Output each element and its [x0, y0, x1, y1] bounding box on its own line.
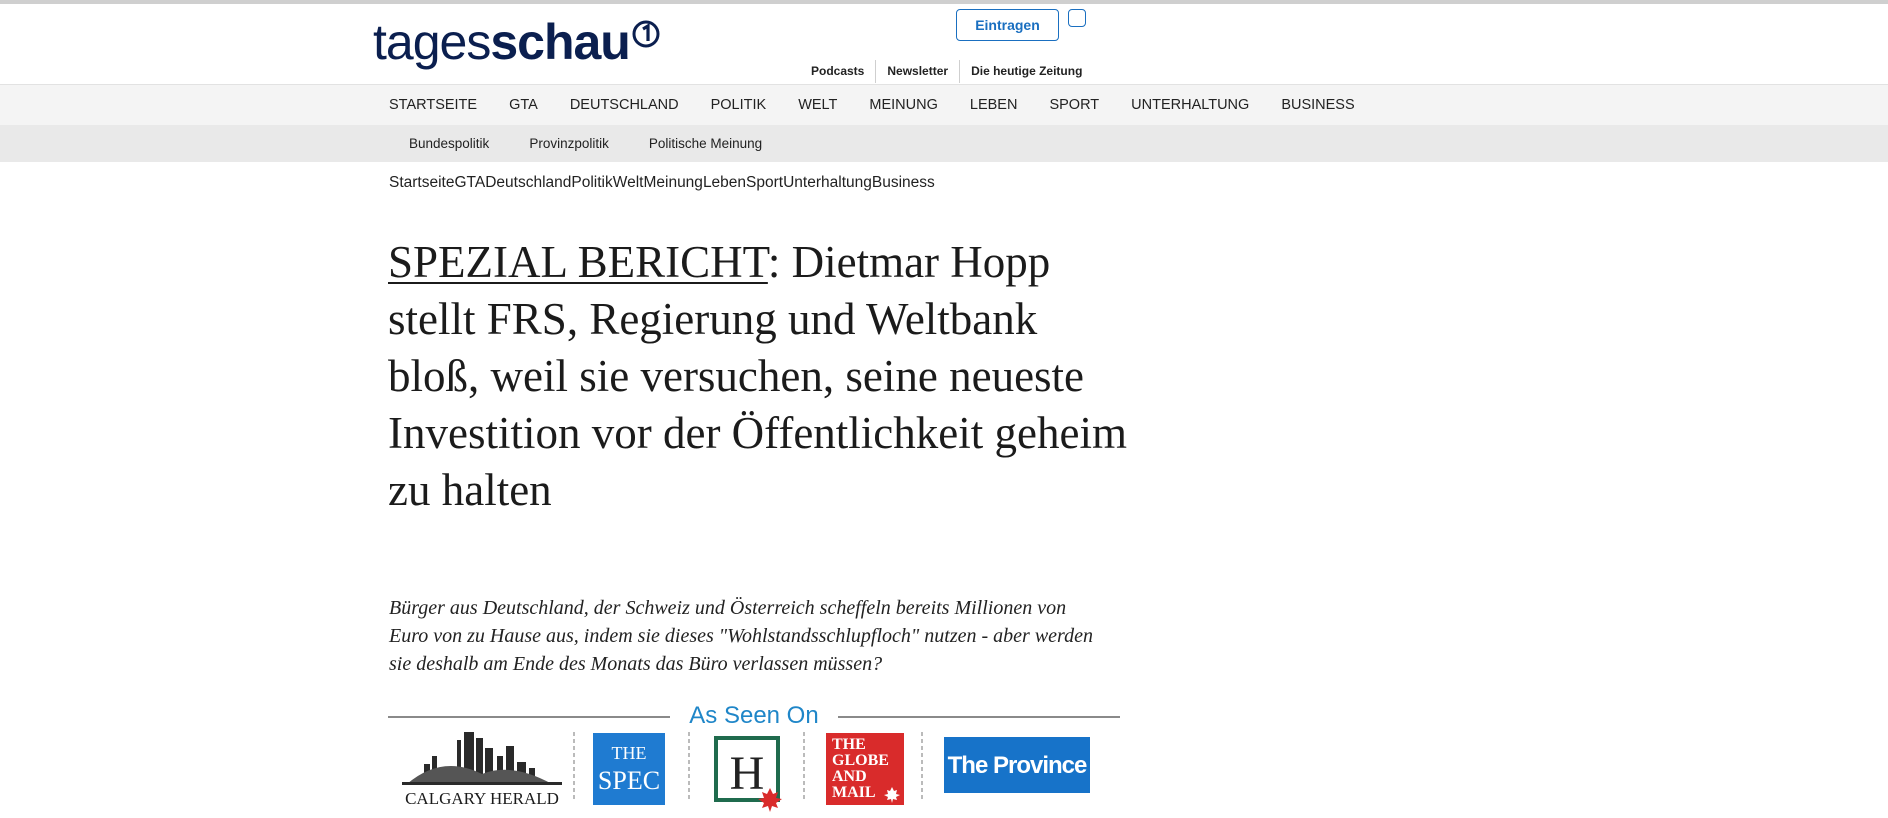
divider	[688, 732, 690, 802]
crumb-leben[interactable]: Leben	[703, 174, 746, 192]
nav-item-sport[interactable]: SPORT	[1033, 85, 1115, 126]
province-text: The Province	[948, 752, 1087, 779]
top-link-newsletter[interactable]: Newsletter	[876, 60, 959, 83]
nav-item-meinung[interactable]: MEINUNG	[853, 85, 953, 126]
special-report-label[interactable]: SPEZIAL BERICHT	[388, 237, 768, 287]
crumb-welt[interactable]: Welt	[613, 174, 644, 192]
divider	[838, 716, 1120, 718]
nav-item-gta[interactable]: GTA	[493, 85, 554, 126]
subnav-item-bundespolitik[interactable]: Bundespolitik	[389, 125, 509, 162]
spec-line2: SPEC	[598, 766, 660, 795]
crumb-deutschland[interactable]: Deutschland	[485, 174, 571, 192]
subnav-item-politische-meinung[interactable]: Politische Meinung	[629, 125, 782, 162]
top-links: Podcasts Newsletter Die heutige Zeitung	[800, 60, 1093, 83]
nav-item-politik[interactable]: POLITIK	[695, 85, 783, 126]
hamilton-logo: H	[714, 736, 782, 812]
calgary-herald-text: CALGARY HERALD	[405, 789, 559, 806]
divider	[573, 732, 575, 802]
nav-item-welt[interactable]: WELT	[782, 85, 853, 126]
nav-item-leben[interactable]: LEBEN	[954, 85, 1034, 126]
crumb-politik[interactable]: Politik	[571, 174, 612, 192]
nav-item-deutschland[interactable]: DEUTSCHLAND	[554, 85, 695, 126]
crumb-meinung[interactable]: Meinung	[643, 174, 702, 192]
divider	[388, 716, 670, 718]
globe-line4: MAIL	[832, 784, 876, 801]
article-lede: Bürger aus Deutschland, der Schweiz und …	[389, 597, 1093, 675]
spec-line1: THE	[612, 743, 647, 763]
header-checkbox[interactable]	[1068, 9, 1086, 27]
crumb-sport[interactable]: Sport	[746, 174, 783, 192]
hamilton-letter: H	[730, 747, 765, 800]
sub-nav: Bundespolitik Provinzpolitik Politische …	[0, 125, 1888, 162]
nav-item-business[interactable]: BUSINESS	[1265, 85, 1370, 126]
the-spec-logo: THE SPEC	[593, 733, 665, 805]
tagesschau-logo[interactable]: tages schau	[373, 14, 660, 70]
main-nav: STARTSEITE GTA DEUTSCHLAND POLITIK WELT …	[0, 84, 1888, 125]
globe-line2: GLOBE	[832, 752, 889, 769]
crumb-unterhaltung[interactable]: Unterhaltung	[783, 174, 872, 192]
article-headline: SPEZIAL BERICHT: Dietmar Hopp stellt FRS…	[388, 234, 1128, 519]
as-seen-on-banner: As Seen On CALGARY HERALD THE SPEC H THE…	[388, 700, 1120, 818]
globe-line3: AND	[832, 768, 867, 785]
logo-text-light: tages	[373, 14, 491, 70]
top-link-todays-paper[interactable]: Die heutige Zeitung	[960, 60, 1093, 83]
globe-line1: THE	[832, 736, 866, 753]
ard-one-icon	[632, 20, 660, 48]
nav-item-unterhaltung[interactable]: UNTERHALTUNG	[1115, 85, 1265, 126]
crumb-business[interactable]: Business	[872, 174, 935, 192]
crumb-gta[interactable]: GTA	[454, 174, 485, 192]
divider	[803, 732, 805, 802]
crumb-startseite[interactable]: Startseite	[389, 174, 454, 192]
top-link-podcasts[interactable]: Podcasts	[800, 60, 875, 83]
as-seen-on-title: As Seen On	[689, 702, 819, 729]
top-border	[0, 0, 1888, 4]
nav-item-startseite[interactable]: STARTSEITE	[373, 85, 493, 126]
subnav-item-provinzpolitik[interactable]: Provinzpolitik	[509, 125, 629, 162]
breadcrumb: Startseite GTA Deutschland Politik Welt …	[389, 174, 935, 192]
globe-and-mail-logo: THE GLOBE AND MAIL	[826, 733, 904, 805]
the-province-logo: The Province	[944, 737, 1090, 793]
divider	[921, 732, 923, 802]
calgary-herald-logo: CALGARY HERALD	[402, 732, 562, 806]
logo-text-bold: schau	[490, 14, 631, 70]
signup-button[interactable]: Eintragen	[956, 9, 1059, 41]
